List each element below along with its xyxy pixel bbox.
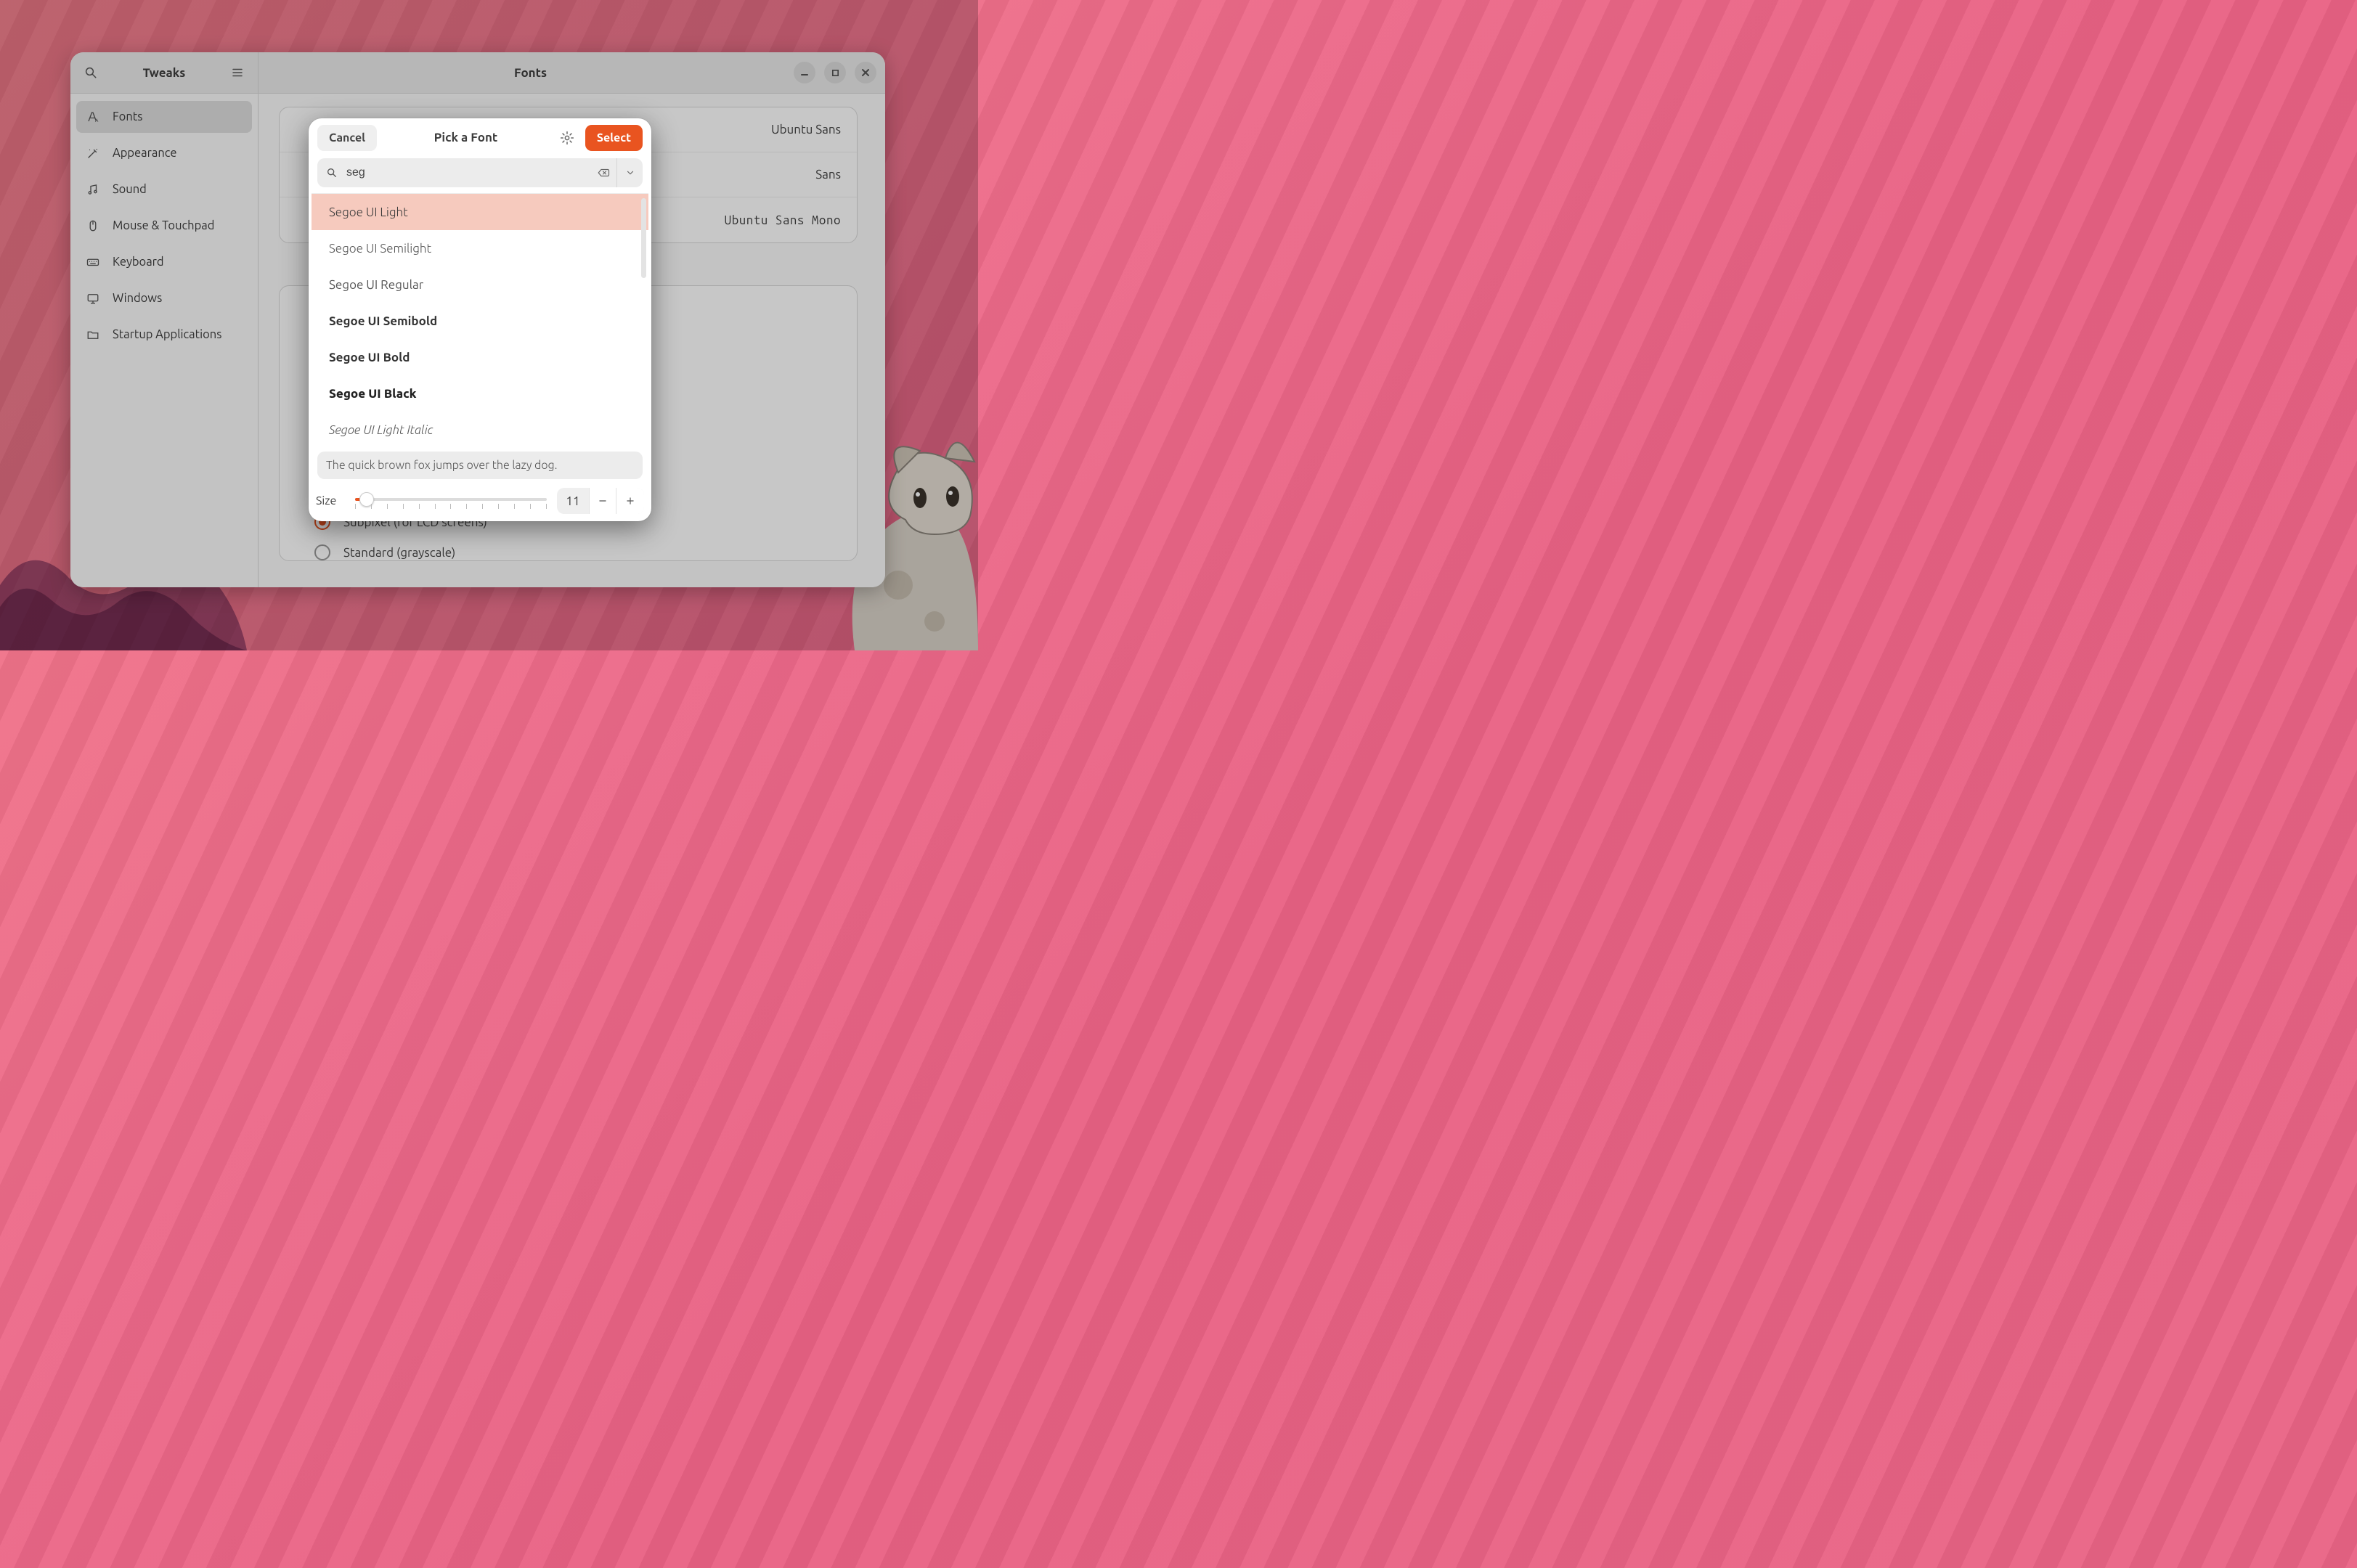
sidebar-item-sound[interactable]: Sound (76, 173, 252, 205)
font-list-item[interactable]: Segoe UI Light Italic (312, 412, 648, 447)
search-bar (317, 158, 643, 187)
sidebar-item-label: Startup Applications (113, 328, 221, 341)
scrollbar[interactable] (641, 198, 646, 278)
size-value[interactable]: 11 (557, 494, 589, 508)
minimize-button[interactable] (794, 62, 815, 83)
radio-label: Standard (grayscale) (343, 546, 455, 560)
clear-search-button[interactable] (590, 158, 616, 187)
hamburger-menu-button[interactable] (226, 61, 249, 84)
size-spinbutton: 11 (557, 488, 644, 514)
gear-icon (560, 131, 574, 145)
dialog-title: Pick a Font (383, 131, 549, 144)
font-list-item[interactable]: Segoe UI Light (312, 194, 648, 230)
size-slider[interactable] (355, 489, 547, 513)
font-picker-dialog: Cancel Pick a Font Select Segoe UI Light… (309, 118, 651, 521)
folder-icon (86, 328, 101, 341)
svg-text:A: A (95, 118, 99, 123)
size-label: Size (316, 494, 345, 507)
font-value: Ubuntu Sans (771, 123, 841, 136)
settings-button[interactable] (555, 126, 579, 150)
sidebar-item-fonts[interactable]: A Fonts (76, 101, 252, 133)
search-icon (84, 66, 97, 79)
minus-icon (598, 496, 608, 506)
wand-icon (86, 147, 101, 160)
sidebar-item-startup[interactable]: Startup Applications (76, 319, 252, 351)
cancel-button[interactable]: Cancel (317, 125, 377, 151)
app-title: Tweaks (102, 66, 226, 80)
search-icon (326, 167, 338, 179)
titlebar: Tweaks Fonts (70, 52, 885, 94)
font-value: Sans (815, 168, 841, 181)
sidebar-item-windows[interactable]: Windows (76, 282, 252, 314)
backspace-icon (597, 166, 610, 179)
font-list-item[interactable]: Segoe UI Semibold (312, 303, 648, 339)
font-list-item[interactable]: Segoe UI Black (312, 375, 648, 412)
font-value: Ubuntu Sans Mono (725, 213, 841, 227)
page-title: Fonts (267, 66, 794, 80)
radio-option-standard[interactable]: Standard (grayscale) (314, 544, 487, 560)
close-icon (861, 68, 870, 77)
sidebar-item-label: Fonts (113, 110, 142, 123)
sidebar-item-keyboard[interactable]: Keyboard (76, 246, 252, 278)
hamburger-icon (231, 66, 244, 79)
sidebar-item-label: Appearance (113, 147, 177, 160)
maximize-button[interactable] (824, 62, 846, 83)
sidebar-item-appearance[interactable]: Appearance (76, 137, 252, 169)
minimize-icon (800, 68, 809, 77)
keyboard-icon (86, 256, 101, 269)
monitor-icon (86, 292, 101, 305)
font-preview[interactable]: The quick brown fox jumps over the lazy … (317, 452, 643, 479)
font-list[interactable]: Segoe UI Light Segoe UI Semilight Segoe … (312, 193, 648, 447)
font-list-item[interactable]: Segoe UI Regular (312, 266, 648, 303)
sidebar: A Fonts Appearance Sound Mouse & Touchpa… (70, 94, 259, 587)
size-row: Size 11 (309, 486, 651, 521)
maximize-icon (831, 69, 839, 77)
dialog-header: Cancel Pick a Font Select (309, 118, 651, 157)
search-options-button[interactable] (616, 158, 643, 187)
plus-icon (625, 496, 635, 506)
sidebar-item-label: Sound (113, 183, 147, 196)
size-decrement-button[interactable] (589, 488, 616, 514)
select-button[interactable]: Select (585, 125, 643, 151)
search-input[interactable] (345, 166, 582, 180)
radio-icon (314, 544, 330, 560)
search-button[interactable] (79, 61, 102, 84)
font-icon: A (86, 110, 101, 123)
music-icon (86, 183, 101, 196)
sidebar-item-label: Mouse & Touchpad (113, 219, 214, 232)
sidebar-item-label: Keyboard (113, 256, 164, 269)
close-button[interactable] (855, 62, 876, 83)
font-list-item[interactable]: Segoe UI Bold (312, 339, 648, 375)
sidebar-item-label: Windows (113, 292, 162, 305)
mouse-icon (86, 219, 101, 232)
font-list-item[interactable]: Segoe UI Semilight (312, 230, 648, 266)
chevron-down-icon (625, 168, 635, 178)
size-increment-button[interactable] (616, 488, 644, 514)
sidebar-item-mouse[interactable]: Mouse & Touchpad (76, 210, 252, 242)
